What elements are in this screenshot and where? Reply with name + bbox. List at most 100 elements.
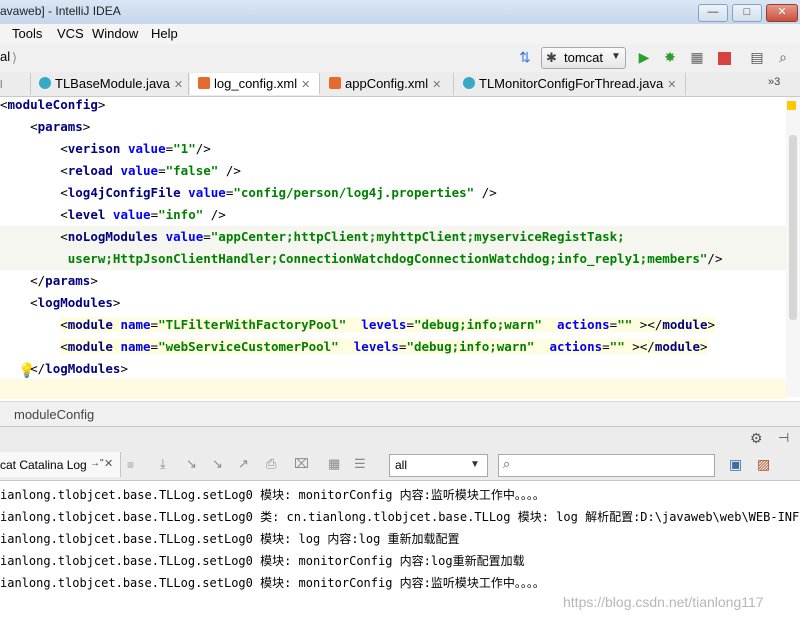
code-token: value [188,185,226,200]
maximize-button[interactable]: □ [732,4,762,22]
code-line[interactable]: <params> [0,116,786,138]
code-tokens: <params> [30,119,90,134]
tab-tlbasemodule[interactable]: TLBaseModule.java ✕ [31,73,189,95]
code-line[interactable]: <logModules> [0,292,786,314]
structure-icon[interactable]: ▤ [748,48,766,66]
tab-close-icon[interactable]: ✕ [667,79,676,91]
tool-window-header: ⚙ ⊣ [0,426,800,451]
code-line[interactable]: <log4jConfigFile value="config/person/lo… [0,182,786,204]
class-icon [39,77,51,89]
pin-icon[interactable]: →" [90,458,104,469]
tab-close-icon[interactable]: ✕ [301,79,310,91]
export-icon[interactable]: ▨ [757,456,770,473]
code-token: logModules [45,361,121,376]
code-line[interactable]: <level value="info" /> [0,204,786,226]
code-token: "webServiceCustomerPool" [158,339,339,354]
menu-help[interactable]: Help [151,26,178,41]
code-tokens: </params> [30,273,98,288]
layout-icon[interactable]: ▣ [729,456,742,473]
coverage-icon[interactable]: ▦ [688,48,706,66]
tab-appconfig[interactable]: appConfig.xml ✕ [321,73,454,95]
menu-window[interactable]: Window [92,26,138,41]
code-token: name [120,339,151,354]
code-token: < [60,317,68,332]
code-token: "config/person/log4j.properties" [233,185,475,200]
code-tokens: <verison value="1"/> [60,141,211,156]
sort-icon[interactable]: ⇅ [516,48,534,66]
code-token: ></ [624,339,655,354]
scroll-to-end-icon[interactable]: ⤓ [160,456,166,472]
close-button[interactable]: ✕ [766,4,798,22]
run-tab[interactable]: cat Catalina Log →" ✕ [0,452,121,477]
tab-close-icon[interactable]: ✕ [432,79,441,91]
search-icon[interactable]: ⌕ [774,48,792,66]
print-icon[interactable]: ⎙ [266,456,276,472]
menu-tools[interactable]: Tools [12,26,42,41]
code-line[interactable]: <moduleConfig> [0,94,786,116]
tab-label: log_config.xml [214,76,298,91]
code-token: /> [218,163,241,178]
watermark: https://blog.csdn.net/tianlong117 [563,594,764,610]
warning-marker[interactable] [787,101,796,110]
code-line[interactable]: <verison value="1"/> [0,138,786,160]
clear-icon[interactable]: ⌧ [294,456,309,472]
navigation-fragment[interactable]: al [0,49,10,64]
gear-icon[interactable]: ⚙ [750,430,763,447]
tab-close-icon[interactable]: ✕ [174,79,183,91]
tab-close-icon[interactable]: l [0,79,2,91]
breadcrumb-item[interactable]: moduleConfig [14,407,94,422]
breadcrumb: moduleConfig [0,401,800,426]
code-line[interactable]: <reload value="false" /> [0,160,786,182]
run-config-label: tomcat [564,50,604,65]
stop-icon[interactable] [718,52,731,65]
arrow-down-alt-icon[interactable]: ↘ [212,456,223,472]
chevron-right-icon: ⟩ [12,50,18,65]
code-token: < [60,207,68,222]
tab-close-icon[interactable]: ✕ [104,457,113,470]
run-icon[interactable]: ▶ [635,48,653,66]
menu-vcs[interactable]: VCS [57,26,84,41]
code-token: value [112,207,151,222]
tab-log-config[interactable]: log_config.xml ✕ [190,73,320,95]
code-line[interactable]: <module name="webServiceCustomerPool" le… [0,336,786,358]
debug-icon[interactable]: ✸ [661,48,679,66]
tab-tlmonitorconfig[interactable]: TLMonitorConfigForThread.java ✕ [455,73,686,95]
console-search-input[interactable]: ⌕ [498,454,715,477]
run-config-select[interactable]: ✱ tomcat ▼ [541,47,626,69]
arrow-up-icon[interactable]: ↗ [238,456,249,472]
chevron-down-icon: ▼ [470,459,480,470]
code-token: > [112,295,121,310]
code-token: actions [549,339,603,354]
code-line[interactable]: </params> [0,270,786,292]
arrow-down-icon[interactable]: ↘ [186,456,197,472]
soft-wrap-icon[interactable]: ≡ [127,458,134,472]
code-line[interactable]: <noLogModules value="appCenter;httpClien… [0,226,786,248]
grid-icon[interactable]: ▦ [328,456,340,472]
tab-truncated[interactable]: l [0,73,31,95]
code-token: levels [353,339,399,354]
minimize-button[interactable]: — [698,4,728,22]
code-line[interactable]: userw;HttpJsonClientHandler;ConnectionWa… [0,248,786,270]
scrollbar-thumb[interactable] [789,135,797,320]
lines-icon[interactable]: ☰ [354,456,366,472]
code-token: /> [195,141,211,156]
tab-overflow-button[interactable]: »3 [768,76,780,88]
code-token: level [67,207,106,222]
code-token: < [60,339,68,354]
console-line: ianlong.tlobjcet.base.TLLog.setLog0 模块: … [0,532,460,546]
code-token: = [150,207,159,222]
code-line[interactable]: </logModules> [0,358,786,380]
code-token: moduleConfig [7,97,98,112]
code-token: value [165,229,204,244]
code-token: = [158,163,166,178]
code-token: > [707,317,716,332]
log-level-filter[interactable]: all ▼ [389,454,488,477]
code-line[interactable]: <module name="TLFilterWithFactoryPool" l… [0,314,786,336]
xml-icon [329,77,341,89]
search-icon: ⌕ [503,456,511,471]
hide-icon[interactable]: ⊣ [778,430,789,446]
code-token: </ [30,361,46,376]
code-token: < [60,185,68,200]
code-token: < [60,229,68,244]
